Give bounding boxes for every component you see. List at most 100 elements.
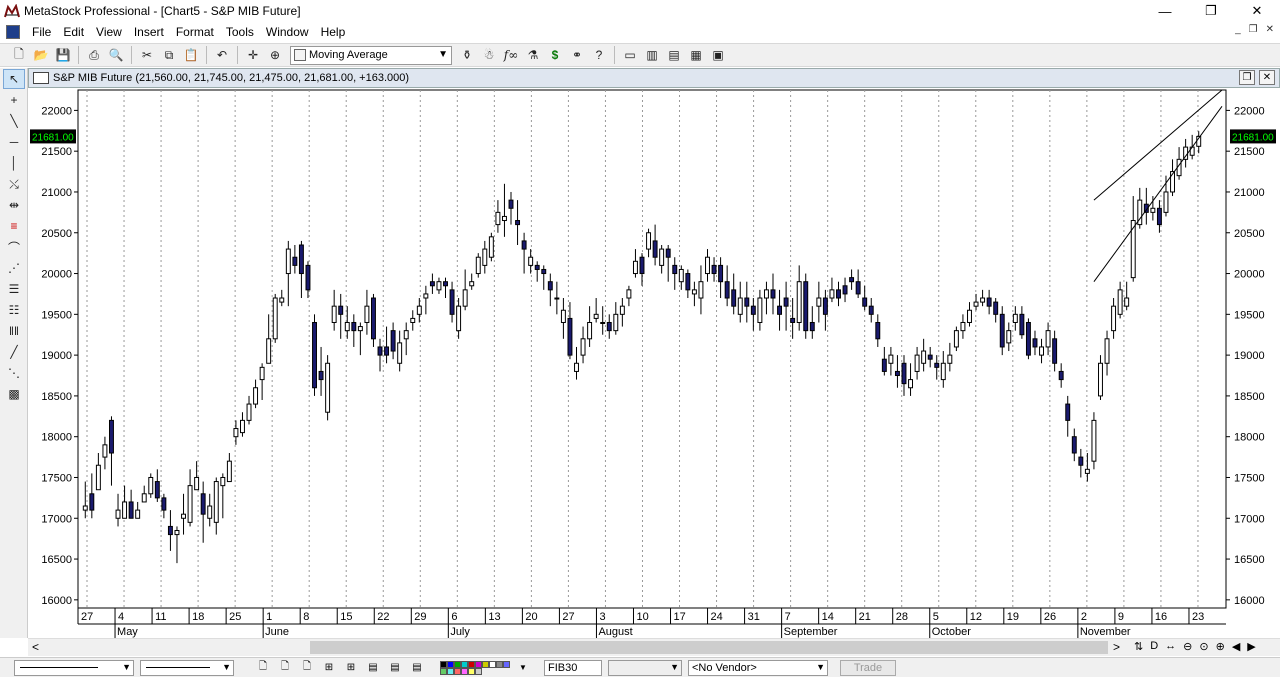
symbol-field[interactable]: FIB30 (544, 659, 602, 676)
candle-body (1124, 297, 1130, 307)
indicator-select[interactable]: Moving Average ▼ (290, 45, 452, 65)
scroll-right-icon[interactable]: > (1113, 640, 1120, 654)
crosshair-icon[interactable]: ✛ (242, 45, 264, 65)
candle-body (921, 350, 927, 364)
x-day-label: 22 (377, 611, 389, 623)
vendor-value: <No Vendor> (692, 661, 757, 674)
zoom-tool-icon[interactable]: ⇹ (3, 195, 25, 215)
new-chart-icon[interactable]: 🗋 (254, 661, 272, 675)
mdi-restore-icon[interactable]: ❐ (1249, 24, 1258, 35)
page-right-icon[interactable]: ▶ (1247, 640, 1255, 653)
line-style-select[interactable]: ▼ (14, 659, 134, 676)
new-icon[interactable]: 🗋 (8, 45, 30, 65)
system-tester-icon[interactable]: ⚗ (522, 45, 544, 65)
menu-format[interactable]: Format (170, 25, 220, 39)
copy-icon[interactable]: ⧉ (158, 45, 180, 65)
candle-body (744, 297, 750, 307)
scroll-thumb[interactable] (310, 641, 1108, 654)
chart-close-button[interactable]: ✕ (1259, 70, 1275, 85)
density-icon[interactable]: D (1150, 640, 1158, 653)
menu-help[interactable]: Help (315, 25, 352, 39)
document-icon[interactable] (6, 25, 20, 39)
restore-button[interactable]: ❐ (1188, 0, 1234, 22)
zoom-out-icon[interactable]: ⊖ (1183, 640, 1192, 653)
candle-body (200, 493, 206, 515)
line-tool-icon[interactable]: ╱ (3, 342, 25, 362)
menu-insert[interactable]: Insert (128, 25, 170, 39)
function-icon[interactable]: f∞ (500, 45, 522, 65)
chart-nav-controls: ⇅ D ↔ ⊖ ⊙ ⊕ ◀ ▶ (1134, 640, 1256, 653)
layout-icon[interactable]: ▭ (619, 45, 641, 65)
help-pointer-icon[interactable]: ? (588, 45, 610, 65)
candle-body (403, 330, 409, 340)
bars-icon[interactable]: ⇅ (1134, 640, 1143, 653)
candle-body (495, 211, 501, 226)
tile-horizontal-icon[interactable]: ▤ (663, 45, 685, 65)
chart-scrollbar[interactable]: < > ⇅ D ↔ ⊖ ⊙ ⊕ ◀ ▶ (28, 638, 1280, 656)
tile-vertical-icon[interactable]: ▥ (641, 45, 663, 65)
insert-window-icon[interactable]: ⊞ (342, 661, 360, 675)
expert-advisor-icon[interactable]: ☃ (478, 45, 500, 65)
zoom-reset-icon[interactable]: ⊙ (1199, 640, 1208, 653)
page-left-icon[interactable]: ◀ (1232, 640, 1240, 653)
retracement-icon[interactable]: ☷ (3, 300, 25, 320)
template-icon[interactable]: ▣ (707, 45, 729, 65)
candle-body (953, 330, 959, 348)
paste-icon[interactable]: 📋 (180, 45, 202, 65)
fibonacci-icon[interactable]: ☰ (3, 279, 25, 299)
gann-fan-icon[interactable]: ⋱ (3, 363, 25, 383)
last-price-left: 21681.00 (32, 132, 74, 143)
inner-window-icon[interactable]: ⊞ (320, 661, 338, 675)
trendline-icon[interactable]: ╲ (3, 111, 25, 131)
vendor-select[interactable]: <No Vendor> ▼ (688, 659, 828, 676)
dollar-icon[interactable]: $ (544, 45, 566, 65)
arc-icon[interactable]: ⌒ (3, 237, 25, 257)
grid-icon[interactable]: ▦ (685, 45, 707, 65)
menu-edit[interactable]: Edit (57, 25, 90, 39)
menu-tools[interactable]: Tools (220, 25, 260, 39)
menu-file[interactable]: File (26, 25, 57, 39)
chart-restore-button[interactable]: ❐ (1239, 70, 1255, 85)
smart-chart-icon[interactable]: 🗋 (298, 661, 316, 675)
menu-window[interactable]: Window (260, 25, 315, 39)
x-day-label: 13 (488, 611, 500, 623)
minimize-button[interactable]: — (1142, 0, 1188, 22)
print-icon[interactable]: ⎙ (83, 45, 105, 65)
window-top-icon[interactable]: ▤ (364, 661, 382, 675)
print-preview-icon[interactable]: 🔍 (105, 45, 127, 65)
period-icon[interactable]: ↔ (1165, 640, 1176, 653)
scroll-left-icon[interactable]: < (32, 640, 39, 654)
line-weight-select[interactable]: ▼ (140, 659, 234, 676)
fan-lines-icon[interactable]: ⋰ (3, 258, 25, 278)
new-page-icon[interactable]: 🗋 (276, 661, 294, 675)
explorer-icon[interactable]: ⚭ (566, 45, 588, 65)
flag-icon[interactable]: ≡ (3, 216, 25, 236)
close-button[interactable]: ✕ (1234, 0, 1280, 22)
vertical-line-icon[interactable]: │ (3, 153, 25, 173)
indicator-builder-icon[interactable]: ⚱ (456, 45, 478, 65)
color-palette[interactable] (440, 660, 512, 675)
save-icon[interactable]: 💾 (52, 45, 74, 65)
zoom-icon[interactable]: ⊕ (264, 45, 286, 65)
pointer-icon[interactable]: ↖ (3, 69, 25, 89)
more-colors-icon[interactable]: ▼ (514, 661, 532, 675)
periodicity-select[interactable]: ▼ (608, 659, 682, 676)
trade-button[interactable]: Trade (840, 659, 896, 676)
zoom-in-icon[interactable]: ⊕ (1216, 640, 1225, 653)
mdi-close-icon[interactable]: ✕ (1266, 24, 1274, 35)
time-zones-icon[interactable]: ‖‖ (3, 321, 25, 341)
window-bottom-icon[interactable]: ▤ (408, 661, 426, 675)
mdi-minimize-icon[interactable]: _ (1235, 24, 1241, 35)
crosshair-tool-icon[interactable]: + (3, 90, 25, 110)
horizontal-line-icon[interactable]: ─ (3, 132, 25, 152)
menu-view[interactable]: View (90, 25, 128, 39)
cut-icon[interactable]: ✂ (136, 45, 158, 65)
candle-body (1045, 330, 1051, 348)
open-icon[interactable]: 📂 (30, 45, 52, 65)
y-axis-label-left: 19000 (41, 350, 72, 362)
grid-tool-icon[interactable]: ▩ (3, 384, 25, 404)
price-chart[interactable]: 27 4 11 18 25 1 8 15 22 29 6 13 20 27 3 10 17 24 31 7 14 21 28… (28, 88, 1280, 638)
undo-icon[interactable]: ↶ (211, 45, 233, 65)
cycle-lines-icon[interactable]: ⤯ (3, 174, 25, 194)
window-middle-icon[interactable]: ▤ (386, 661, 404, 675)
